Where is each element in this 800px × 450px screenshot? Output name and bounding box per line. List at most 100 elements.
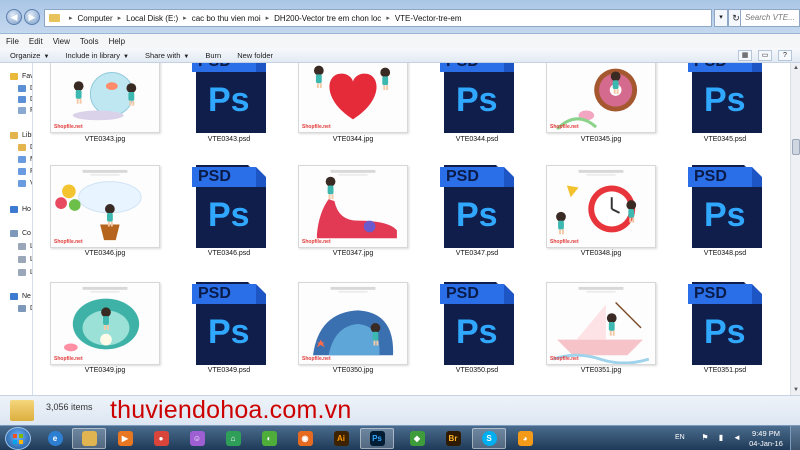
taskbar-ai[interactable]: Ai (324, 428, 358, 449)
address-dropdown-button[interactable]: ▾ (714, 9, 728, 27)
scroll-up-icon[interactable]: ▲ (791, 63, 800, 73)
chevron-right-icon[interactable]: ▸ (118, 14, 122, 22)
jpg-file-item[interactable]: Shopfile.net VTE0345.jpg (546, 63, 656, 150)
forward-button[interactable]: ▶ (24, 9, 40, 25)
nav-item-label: Co (22, 230, 31, 237)
nav-item[interactable]: Ne (10, 293, 31, 300)
psd-file-item[interactable]: PSD Ps VTE0343.psd (174, 63, 284, 150)
preview-pane-icon[interactable]: ▭ (758, 50, 772, 61)
watermark-text: thuviendohoa.com.vn (110, 396, 352, 424)
flag-icon[interactable]: ⚑ (700, 433, 710, 443)
jpg-file-item[interactable]: Shopfile.net VTE0350.jpg (298, 282, 408, 382)
nav-item[interactable]: D (18, 96, 32, 103)
nav-item[interactable]: M (18, 156, 32, 163)
thumbnail-credit: Shopfile.net (54, 356, 83, 362)
taskbar-uc[interactable]: ◕ (508, 428, 542, 449)
nav-item[interactable]: Fav (10, 73, 32, 80)
nav-item[interactable]: Co (10, 230, 31, 237)
menu-edit[interactable]: Edit (29, 37, 43, 46)
jpg-file-item[interactable]: Shopfile.net VTE0343.jpg (50, 63, 160, 150)
taskbar-chat[interactable]: ☺ (180, 428, 214, 449)
jpg-file-item[interactable]: Shopfile.net VTE0344.jpg (298, 63, 408, 150)
vertical-scrollbar[interactable]: ▲ ▼ (790, 63, 800, 395)
nav-item[interactable]: L (18, 243, 32, 250)
taskbar-media[interactable]: ▶ (108, 428, 142, 449)
internet-explorer-icon: e (47, 431, 63, 446)
jpg-file-item[interactable]: Shopfile.net VTE0346.jpg (50, 165, 160, 265)
nav-item[interactable]: Libr (10, 132, 32, 139)
taskbar-chrome[interactable]: ● (144, 428, 178, 449)
jpg-file-item[interactable]: Shopfile.net VTE0349.jpg (50, 282, 160, 382)
nav-item[interactable]: R (18, 107, 32, 114)
psd-file-item[interactable]: PSD Ps VTE0348.psd (670, 165, 780, 265)
taskbar-corel[interactable]: ◆ (400, 428, 434, 449)
address-bar[interactable]: ▸ Computer ▸ Local Disk (E:) ▸ cac bo thu vie… (44, 9, 712, 27)
chevron-right-icon[interactable]: ▸ (69, 14, 73, 22)
jpg-file-item[interactable]: Shopfile.net VTE0348.jpg (546, 165, 656, 265)
drive-icon (18, 269, 26, 276)
volume-icon[interactable]: ◄ (732, 433, 742, 443)
file-name: VTE0349.jpg (84, 367, 126, 374)
nav-item[interactable]: Ho (10, 206, 31, 213)
nav-item[interactable]: V (18, 180, 32, 187)
help-icon[interactable]: ? (778, 50, 792, 61)
breadcrumb-item[interactable]: cac bo thu vien moi (192, 14, 261, 23)
psd-thumbnail: PSD Ps (174, 165, 284, 248)
chevron-right-icon[interactable]: ▸ (386, 14, 390, 22)
psd-file-item[interactable]: PSD Ps VTE0350.psd (422, 282, 532, 382)
file-name: VTE0347.jpg (332, 250, 374, 257)
include-in-library-button[interactable]: Include in library ▼ (65, 51, 129, 60)
taskbar-ie[interactable]: e (38, 428, 72, 449)
new-folder-button[interactable]: New folder (237, 51, 273, 60)
menu-file[interactable]: File (6, 37, 19, 46)
music-icon (18, 156, 26, 163)
nav-item[interactable]: L (18, 269, 32, 276)
file-name: VTE0346.psd (207, 250, 251, 257)
file-name: VTE0345.psd (703, 136, 747, 143)
taskbar-firefox[interactable]: ◉ (288, 428, 322, 449)
scrollbar-thumb[interactable] (792, 139, 800, 155)
search-input[interactable]: Search VTE... (740, 9, 800, 27)
breadcrumb-item[interactable]: Local Disk (E:) (126, 14, 178, 23)
menu-help[interactable]: Help (109, 37, 125, 46)
start-button[interactable] (5, 427, 31, 450)
nav-item[interactable]: D (18, 144, 32, 151)
taskbar-ps[interactable]: Ps (360, 428, 394, 449)
burn-button[interactable]: Burn (205, 51, 221, 60)
network-icon[interactable]: ▮ (716, 433, 726, 443)
taskbar-home[interactable]: ⌂ (216, 428, 250, 449)
breadcrumb-item[interactable]: DH200-Vector tre em chon loc (274, 14, 381, 23)
show-desktop-button[interactable] (790, 426, 800, 450)
language-indicator[interactable]: EN (675, 434, 685, 441)
psd-file-item[interactable]: PSD Ps VTE0349.psd (174, 282, 284, 382)
taskbar-br[interactable]: Br (436, 428, 470, 449)
menu-view[interactable]: View (53, 37, 70, 46)
psd-file-item[interactable]: PSD Ps VTE0347.psd (422, 165, 532, 265)
taskbar-cc[interactable]: ◐ (252, 428, 286, 449)
breadcrumb-item[interactable]: Computer (78, 14, 113, 23)
taskbar-skype[interactable]: S (472, 428, 506, 449)
nav-item[interactable]: D (18, 305, 32, 312)
nav-item[interactable]: D (18, 85, 32, 92)
back-button[interactable]: ◀ (6, 9, 22, 25)
psd-file-item[interactable]: PSD Ps VTE0345.psd (670, 63, 780, 150)
taskbar-explorer[interactable] (72, 428, 106, 449)
scroll-down-icon[interactable]: ▼ (791, 385, 800, 395)
psd-file-item[interactable]: PSD Ps VTE0351.psd (670, 282, 780, 382)
nav-item[interactable]: P (18, 168, 32, 175)
star-icon (10, 73, 18, 80)
chevron-right-icon[interactable]: ▸ (183, 14, 187, 22)
chevron-right-icon[interactable]: ▸ (266, 14, 270, 22)
view-options-icon[interactable]: ▦ (738, 50, 752, 61)
photoshop-logo-text: Ps (704, 81, 746, 119)
psd-file-item[interactable]: PSD Ps VTE0344.psd (422, 63, 532, 150)
jpg-file-item[interactable]: Shopfile.net VTE0347.jpg (298, 165, 408, 265)
psd-file-item[interactable]: PSD Ps VTE0346.psd (174, 165, 284, 265)
jpg-file-item[interactable]: Shopfile.net VTE0351.jpg (546, 282, 656, 382)
breadcrumb-item[interactable]: VTE-Vector-tre-em (395, 14, 462, 23)
menu-tools[interactable]: Tools (80, 37, 99, 46)
share-with-button[interactable]: Share with ▼ (145, 51, 189, 60)
nav-item[interactable]: L (18, 256, 32, 263)
organize-button[interactable]: Organize ▼ (10, 51, 49, 60)
clock[interactable]: 9:49 PM 04-Jan-16 (748, 429, 784, 449)
